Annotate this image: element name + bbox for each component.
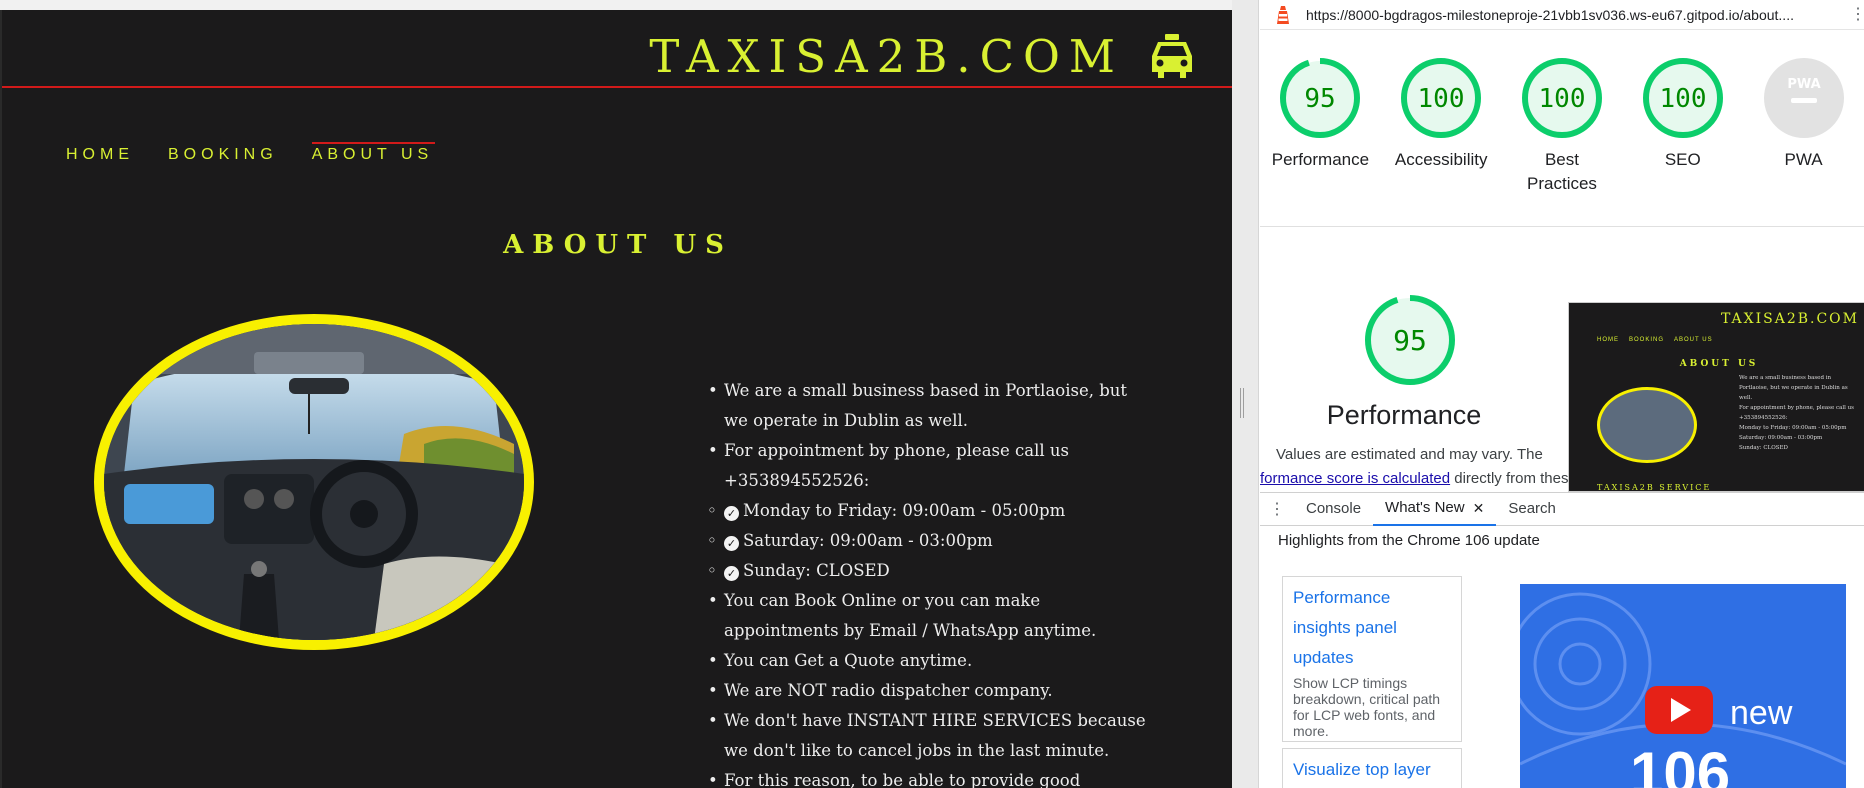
header-divider [2, 86, 1232, 88]
page-url[interactable]: https://8000-bgdragos-milestoneproje-21v… [1306, 7, 1846, 23]
hours-text: Sunday: CLOSED [743, 561, 890, 580]
car-interior-illustration [104, 324, 524, 640]
lighthouse-icon [1277, 5, 1289, 24]
performance-description: Values are estimated and may vary. The [1276, 446, 1543, 463]
gauge-label: SEO [1664, 150, 1701, 169]
thumb-nav-item: BOOKING [1629, 337, 1665, 343]
video-number: 106 [1630, 740, 1730, 788]
thumb-list-item: Sunday: CLOSED [1739, 445, 1788, 451]
check-circle-icon: ✓ [724, 536, 739, 551]
thumb-list-item: We are a small business based in Portlao… [1739, 375, 1848, 401]
gauge-best-practices[interactable]: 100 Best Practices [1502, 56, 1623, 196]
drawer-menu-icon[interactable]: ⋮ [1260, 499, 1294, 519]
thumb-nav-item: ABOUT US [1674, 337, 1713, 343]
thumb-list: We are a small business based in Portlao… [1739, 373, 1859, 453]
performance-link-line: formance score is calculated directly fr… [1260, 470, 1577, 487]
thumb-brand: TAXISA2B.COM [1720, 311, 1859, 327]
performance-calc-link[interactable]: formance score is calculated [1260, 470, 1450, 487]
score-ring-icon: 100 [1401, 58, 1482, 138]
list-item-hours: ✓ Sunday: CLOSED [707, 556, 1154, 586]
whats-new-header: Highlights from the Chrome 106 update [1278, 532, 1540, 549]
score-ring-icon: 100 [1521, 58, 1602, 138]
nav-about-us[interactable]: ABOUT US [311, 142, 435, 164]
more-options-icon[interactable]: ⋮ [1850, 4, 1864, 24]
video-thumbnail[interactable]: new 106 [1520, 584, 1846, 788]
gauge-seo[interactable]: 100 SEO [1622, 56, 1743, 196]
brand-text: TAXISA2B.COM [649, 29, 1124, 83]
score-gauges: 95 Performance 100 Accessibility 100 Bes… [1260, 56, 1864, 196]
browser-top-strip [0, 0, 1232, 10]
thumb-car-photo [1597, 387, 1697, 463]
score-ring-icon: 100 [1642, 58, 1723, 138]
nav-booking[interactable]: BOOKING [168, 146, 278, 164]
page-title: ABOUT US [503, 230, 733, 260]
taxi-icon [1152, 34, 1192, 78]
gauge-performance[interactable]: 95 Performance [1260, 56, 1381, 196]
site-brand[interactable]: TAXISA2B.COM [649, 20, 1196, 92]
gauge-pwa[interactable]: PWA PWA [1743, 56, 1864, 196]
tab-label: What's New [1385, 499, 1465, 516]
list-item-hours: ✓ Monday to Friday: 09:00am - 05:00pm [707, 496, 1154, 526]
thumb-footer: TAXISA2B SERVICE [1597, 483, 1712, 492]
devtools-panel: https://8000-bgdragos-milestoneproje-21v… [1260, 0, 1864, 788]
drawer-tabbar: ⋮ Console What's New ✕ Search [1260, 492, 1864, 526]
performance-score-ring-icon: 95 [1365, 295, 1455, 385]
list-item: For appointment by phone, please call us… [708, 436, 1154, 496]
play-button-icon [1645, 686, 1713, 734]
list-item: You can Get a Quote anytime. [708, 646, 1154, 676]
pwa-badge-text: PWA [1787, 77, 1820, 92]
list-item: For this reason, to be able to provide g… [708, 766, 1154, 788]
gauge-label: PWA [1784, 150, 1823, 169]
performance-score: 95 [1393, 324, 1427, 357]
list-item: You can Book Online or you can make appo… [708, 586, 1154, 646]
tab-console[interactable]: Console [1294, 492, 1373, 526]
check-circle-icon: ✓ [724, 566, 739, 581]
performance-heading: Performance [1326, 400, 1482, 430]
feature-title[interactable]: Performance insights panel updates [1293, 583, 1451, 673]
pwa-badge-icon: PWA [1763, 58, 1844, 138]
close-icon[interactable]: ✕ [1473, 491, 1485, 525]
hours-text: Monday to Friday: 09:00am - 05:00pm [743, 501, 1066, 520]
gauge-label: Best Practices [1527, 150, 1597, 193]
thumb-list-item: For appointment by phone, please call us… [1739, 405, 1854, 421]
thumb-list-item: Monday to Friday: 09:00am - 05:00pm [1739, 425, 1847, 431]
website-preview: TAXISA2B.COM HOME BOOKING ABOUT US ABOUT… [0, 10, 1232, 788]
performance-link-suffix: directly from these [1450, 470, 1577, 487]
hours-text: Saturday: 09:00am - 03:00pm [743, 531, 993, 550]
tab-whats-new[interactable]: What's New ✕ [1373, 491, 1497, 526]
feature-desc: Show LCP timings breakdown, critical pat… [1293, 675, 1441, 739]
list-item: We don't have INSTANT HIRE SERVICES beca… [708, 706, 1154, 766]
resize-handle[interactable] [1240, 388, 1244, 418]
about-info-list: We are a small business based in Portlao… [707, 376, 1154, 788]
gauge-label: Accessibility [1394, 150, 1488, 169]
thumb-title: ABOUT US [1679, 359, 1759, 369]
score-value: 100 [1418, 84, 1465, 114]
chrome-106-video-art: new 106 [1520, 584, 1846, 788]
score-ring-icon: 95 [1280, 58, 1361, 138]
split-gutter[interactable] [1232, 0, 1259, 788]
score-value: 100 [1539, 84, 1586, 114]
divider [1260, 226, 1864, 227]
thumb-nav-item: HOME [1597, 337, 1619, 343]
thumb-nav: HOME BOOKING ABOUT US [1597, 337, 1713, 343]
score-value: 100 [1659, 84, 1706, 114]
gauge-accessibility[interactable]: 100 Accessibility [1381, 56, 1502, 196]
list-item-hours: ✓ Saturday: 09:00am - 03:00pm [707, 526, 1154, 556]
thumb-list-item: Saturday: 09:00am - 03:00pm [1739, 435, 1823, 441]
feature-card[interactable]: Performance insights panel updates Show … [1282, 576, 1462, 742]
score-value: 95 [1305, 84, 1336, 114]
feature-title[interactable]: Visualize top layer [1293, 755, 1451, 785]
check-circle-icon: ✓ [724, 506, 739, 521]
list-item: We are a small business based in Portlao… [708, 376, 1154, 436]
lighthouse-url-bar: https://8000-bgdragos-milestoneproje-21v… [1260, 0, 1864, 30]
feature-card[interactable]: Visualize top layer [1282, 748, 1462, 788]
list-item: We are NOT radio dispatcher company. [708, 676, 1154, 706]
tab-search[interactable]: Search [1496, 492, 1568, 526]
main-nav: HOME BOOKING ABOUT US [66, 142, 435, 164]
video-word: new [1730, 694, 1793, 732]
nav-home[interactable]: HOME [66, 146, 134, 164]
gauge-label: Performance [1271, 150, 1370, 169]
page-screenshot-thumbnail[interactable]: TAXISA2B.COM HOME BOOKING ABOUT US ABOUT… [1568, 302, 1864, 492]
car-interior-photo [94, 314, 534, 650]
